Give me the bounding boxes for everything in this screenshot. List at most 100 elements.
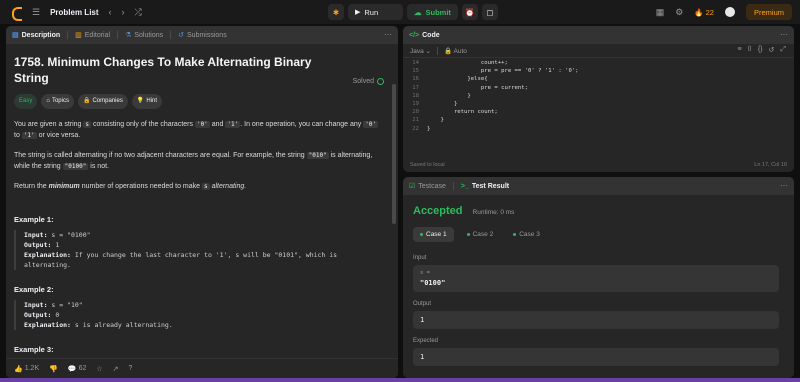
comments-button[interactable]: 💬 62 [68, 365, 87, 373]
problem-list-link[interactable]: Problem List [50, 8, 98, 17]
settings-gear-icon[interactable]: ⚙ [675, 7, 683, 17]
description-scrollbar[interactable] [392, 84, 396, 224]
layout-grid-icon[interactable]: ▦ [656, 7, 665, 17]
like-button[interactable]: 👍 1.2K [14, 365, 39, 373]
submit-button[interactable]: ☁ Submit [407, 4, 458, 20]
more-options-icon[interactable]: ··· [780, 181, 788, 190]
result-status-row: Accepted Runtime: 0 ms [403, 195, 794, 223]
chevron-left-icon[interactable]: ‹ [109, 7, 112, 17]
streak-counter[interactable]: 🔥 22 [694, 8, 714, 17]
line-number: 18 [412, 92, 419, 99]
autocomplete-toggle[interactable]: 🔒 Auto [444, 47, 467, 55]
chevron-down-icon: ⌄ [425, 47, 431, 55]
text: You are given a string [14, 121, 82, 128]
like-count: 1.2K [24, 364, 40, 372]
output-label: Output: [24, 241, 52, 249]
code-header: </> Code ··· [403, 26, 794, 44]
tab-editorial[interactable]: ▥ Editorial [75, 31, 110, 40]
tab-submissions[interactable]: ↺ Submissions [178, 31, 227, 40]
companies-label: Companies [92, 98, 123, 104]
code-line: 18 } [403, 92, 794, 100]
help-button[interactable]: ? [129, 365, 133, 372]
shuffle-icon[interactable]: ⤮ [135, 7, 142, 17]
notes-button[interactable]: ▢ [481, 4, 498, 20]
dislike-button[interactable]: 👎 [49, 365, 58, 373]
code-icon: </> [409, 31, 420, 39]
tab-description-label: Description [21, 31, 61, 39]
line-number: 22 [412, 125, 419, 132]
expected-box: 1 [413, 348, 779, 366]
language-select[interactable]: Java ⌄ [410, 47, 431, 55]
companies-badge[interactable]: 🔒 Companies [77, 94, 128, 109]
line-number: 17 [412, 84, 419, 91]
top-navigation-bar: ☰ Problem List ‹ › ⤮ ✱ ▶ Run ☁ Submit ⏰ ▢ … [0, 0, 800, 24]
bookmark-icon[interactable]: ⌷ [748, 46, 752, 54]
example-2-title: Example 2: [14, 285, 54, 294]
favorite-button[interactable]: ☆ [96, 365, 102, 373]
topics-badge[interactable]: ⌂ Topics [41, 94, 74, 109]
fire-icon: 🔥 [694, 7, 704, 17]
submit-label: Submit [425, 7, 451, 17]
debug-button[interactable]: ✱ [328, 4, 344, 20]
terminal-icon: >_ [460, 182, 469, 190]
description-paragraph-3: Return the minimum number of operations … [14, 181, 384, 192]
leetcode-logo-icon[interactable] [10, 6, 22, 21]
code-line: 20 return count; [403, 108, 794, 116]
inline-code: '0' [194, 121, 210, 128]
case-tab[interactable]: Case 1 [413, 227, 454, 242]
output-box: 1 [413, 311, 779, 329]
text: . In one operation, you can change any [240, 121, 362, 128]
code-line: 15 pre = pre == '0' ? '1' : '0'; [403, 67, 794, 75]
hint-badge[interactable]: 💡 Hint [131, 94, 162, 109]
line-text: } [427, 92, 471, 99]
input-label: Input [413, 255, 427, 261]
question-icon: ? [128, 365, 133, 372]
tab-testcase[interactable]: ☑ Testcase [409, 182, 446, 191]
input-label: Input: [24, 301, 48, 309]
explanation-label: Explanation: [24, 251, 71, 259]
reset-icon[interactable]: ↺ [769, 46, 775, 54]
tag-icon: ⌂ [46, 98, 50, 104]
tab-code[interactable]: </> Code [409, 32, 440, 39]
run-button[interactable]: ▶ Run [348, 4, 403, 20]
input-value: s = "0100" [51, 231, 91, 239]
runtime-value: Runtime: 0 ms [472, 209, 515, 216]
hint-label: Hint [146, 98, 157, 104]
text: is not. [90, 163, 109, 170]
more-options-icon[interactable]: ··· [384, 30, 392, 39]
line-number: 21 [412, 117, 419, 124]
taskbar-strip [0, 378, 800, 382]
difficulty-badge[interactable]: Easy [14, 94, 38, 109]
code-line: 22} [403, 125, 794, 133]
tab-test-result[interactable]: >_ Test Result [461, 183, 509, 190]
output-label: Output: [24, 311, 52, 319]
case-tab[interactable]: Case 2 [460, 227, 501, 242]
description-paragraph-1: You are given a string s consisting only… [14, 119, 384, 141]
more-options-icon[interactable]: ··· [780, 30, 788, 39]
problem-title: 1758. Minimum Changes To Make Alternatin… [14, 55, 312, 85]
line-text: } [427, 125, 431, 132]
braces-icon[interactable]: {} [758, 46, 763, 54]
example-3-title: Example 3: [14, 345, 54, 354]
input-label: Input: [24, 231, 48, 239]
case-tab[interactable]: Case 3 [506, 227, 547, 242]
output-value: 1 [55, 241, 60, 249]
inline-code: '1' [225, 121, 241, 128]
code-editor[interactable]: 14 count++; 15 pre = pre == '0' ? '1' : … [403, 58, 794, 133]
comment-count: 62 [78, 364, 87, 372]
tab-description[interactable]: ▤ Description [12, 31, 61, 40]
premium-button[interactable]: Premium [745, 4, 792, 20]
tab-solutions[interactable]: ⚗ Solutions [125, 31, 163, 40]
inline-code: s [83, 121, 92, 128]
description-tabs: ▤ Description ▥ Editorial ⚗ Solutions ↺ Subm… [6, 26, 398, 44]
code-status-bar: Saved to local Ln 17, Col 16 [403, 158, 794, 172]
example-1-explanation: Explanation: If you change the last char… [24, 250, 384, 270]
chevron-right-icon[interactable]: › [122, 7, 125, 17]
pass-dot-icon [466, 233, 470, 236]
share-button[interactable]: ↗ [113, 365, 119, 373]
timer-button[interactable]: ⏰ [461, 4, 478, 20]
list-icon[interactable]: ☰ [32, 7, 40, 17]
user-avatar[interactable] [724, 7, 735, 17]
fullscreen-icon[interactable]: ⤢ [780, 46, 786, 54]
format-icon[interactable]: ≡ [738, 46, 742, 54]
